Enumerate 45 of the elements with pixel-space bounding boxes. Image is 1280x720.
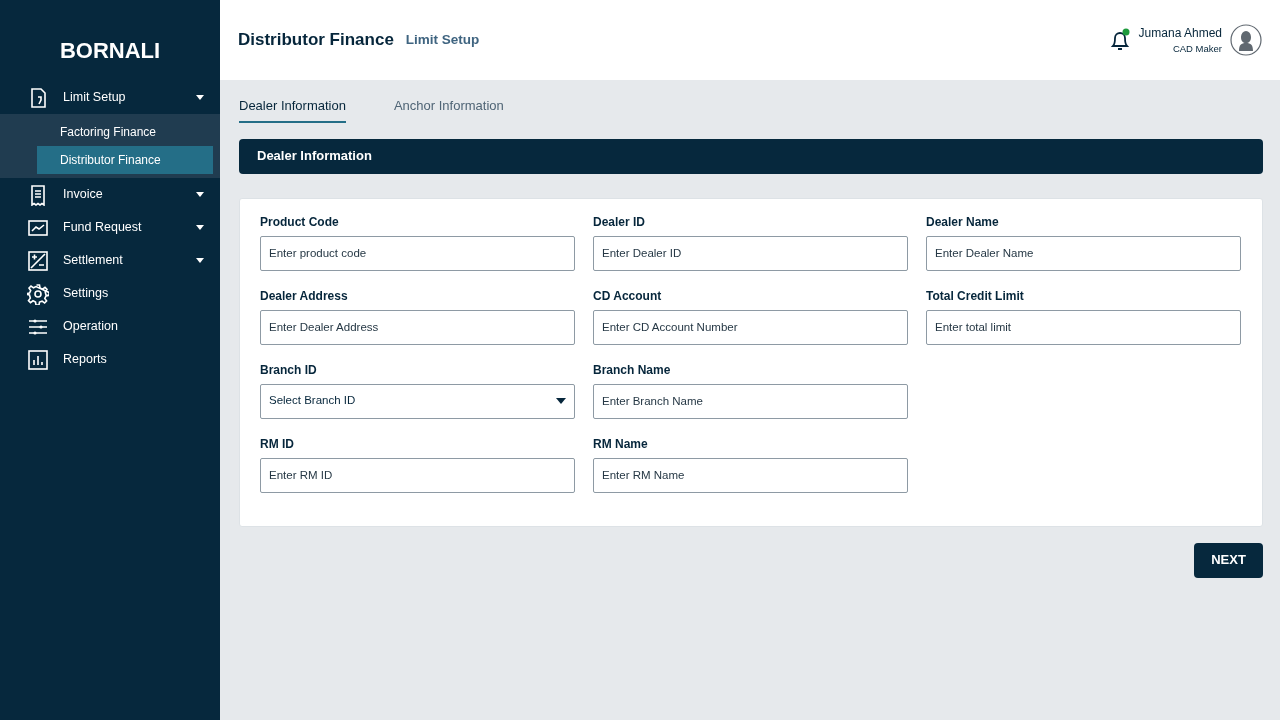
caret-icon [556, 398, 566, 404]
section-header: Dealer Information [239, 138, 1263, 174]
select-field[interactable]: Select Branch ID [260, 383, 575, 419]
input-field[interactable]: Enter Dealer ID [593, 235, 908, 271]
page-title: Distributor Finance [238, 29, 394, 52]
bar-chart-icon [27, 348, 49, 371]
sidebar-item[interactable]: Fund Request [0, 211, 220, 244]
field-label: Total Credit Limit [926, 287, 1024, 305]
field-label: Branch ID [260, 361, 317, 379]
settings-icon [27, 282, 49, 305]
submenu-item[interactable]: Distributor Finance [37, 146, 213, 174]
select-placeholder: Select Branch ID [269, 393, 356, 409]
brand-logo: BORNALI [58, 37, 162, 65]
page-subtitle: Limit Setup [405, 30, 480, 49]
sidebar-item[interactable]: Operation [0, 310, 220, 343]
user-name: Jumana Ahmed [1138, 24, 1222, 42]
sidebar-item[interactable]: Reports [0, 343, 220, 376]
tab[interactable]: Dealer Information [239, 96, 346, 123]
input-field[interactable]: Enter CD Account Number [593, 309, 908, 345]
field-label: Dealer Address [260, 287, 348, 305]
input-field[interactable]: Enter total limit [926, 309, 1241, 345]
field-label: RM ID [260, 435, 294, 453]
input-field[interactable]: Enter Dealer Name [926, 235, 1241, 271]
field-label: Dealer ID [593, 213, 646, 231]
sidebar-item[interactable]: Invoice [0, 178, 220, 211]
tab[interactable]: Anchor Information [393, 96, 504, 123]
field-label: Product Code [260, 213, 339, 231]
sidebar-item[interactable]: Settlement [0, 244, 220, 277]
avatar-icon[interactable] [1230, 24, 1262, 56]
input-field[interactable]: Enter product code [260, 235, 575, 271]
field-label: Dealer Name [926, 213, 999, 231]
sidebar-item[interactable]: Settings [0, 277, 220, 310]
field-label: RM Name [593, 435, 648, 453]
field-label: CD Account [593, 287, 662, 305]
input-field[interactable]: Enter Branch Name [593, 383, 908, 419]
field-label: Branch Name [593, 361, 671, 379]
next-button[interactable]: NEXT [1194, 542, 1263, 578]
input-field[interactable]: Enter RM Name [593, 457, 908, 493]
percent-icon [27, 249, 49, 272]
bell-icon[interactable] [1108, 28, 1131, 52]
user-role: CAD Maker [1171, 41, 1222, 56]
input-field[interactable]: Enter Dealer Address [260, 309, 575, 345]
submenu-item[interactable]: Factoring Finance [0, 118, 213, 146]
sidebar-item[interactable]: Limit Setup [0, 81, 220, 114]
input-field[interactable]: Enter RM ID [260, 457, 575, 493]
